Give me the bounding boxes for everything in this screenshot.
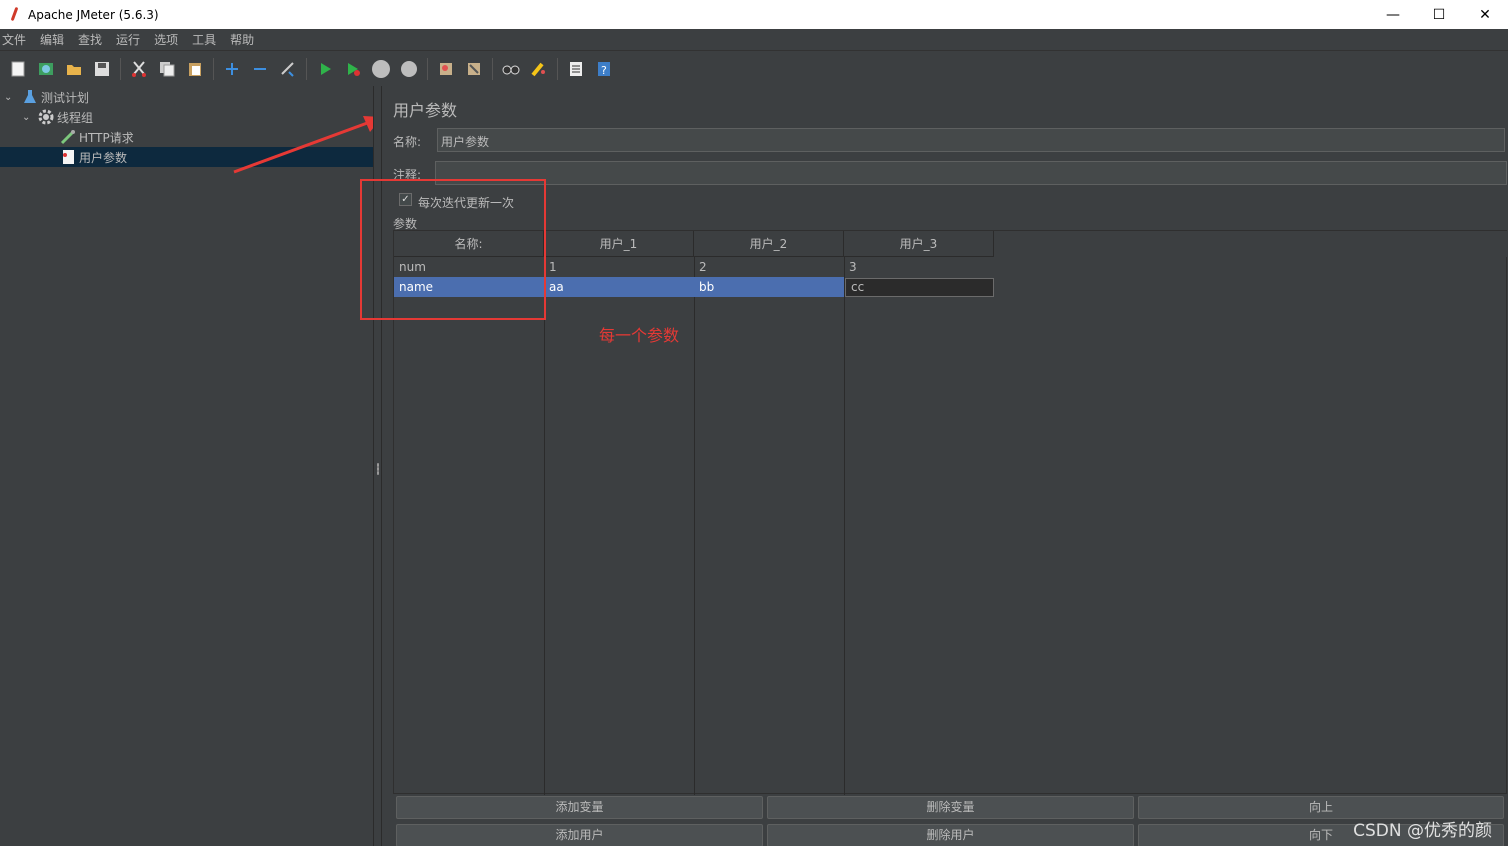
clear-icon[interactable] — [435, 58, 457, 80]
toolbar-separator — [492, 57, 493, 80]
column-divider — [544, 257, 545, 795]
params-table: 名称: 用户_1 用户_2 用户_3 num 1 2 3 name aa bb … — [393, 230, 1508, 795]
menu-options[interactable]: 选项 — [152, 31, 184, 48]
shutdown-icon[interactable] — [398, 58, 420, 80]
copy-icon[interactable] — [156, 58, 178, 80]
help-icon[interactable]: ? — [593, 58, 615, 80]
tree-label: HTTP请求 — [79, 130, 134, 145]
column-divider — [844, 257, 845, 795]
pipette-icon — [60, 129, 76, 145]
toolbar-separator — [557, 57, 558, 80]
start-no-pause-icon[interactable] — [342, 58, 364, 80]
tree-label: 线程组 — [57, 110, 94, 125]
column-header-user-1[interactable]: 用户_1 — [544, 231, 694, 257]
paste-icon[interactable] — [184, 58, 206, 80]
menu-run[interactable]: 运行 — [114, 31, 146, 48]
function-helper-icon[interactable] — [565, 58, 587, 80]
column-header-user-3[interactable]: 用户_3 — [844, 231, 994, 257]
templates-icon[interactable] — [35, 58, 57, 80]
tree-label: 用户参数 — [79, 150, 128, 165]
svg-text:?: ? — [601, 64, 607, 77]
title-bar: Apache JMeter (5.6.3) — ☐ ✕ — [0, 0, 1508, 29]
splitter-grip-icon[interactable] — [377, 463, 379, 475]
tree-item-test-plan[interactable]: ⌄ 测试计划 — [4, 87, 89, 107]
menu-edit[interactable]: 编辑 — [38, 31, 70, 48]
close-button[interactable]: ✕ — [1462, 0, 1508, 29]
table-cell-editor[interactable]: cc — [845, 278, 994, 297]
menu-search[interactable]: 查找 — [76, 31, 108, 48]
document-icon — [60, 149, 76, 165]
red-arrow-annotation — [233, 116, 382, 174]
add-user-button[interactable]: 添加用户 — [396, 824, 763, 846]
toolbar-separator — [213, 57, 214, 80]
test-plan-tree: ⌄ 测试计划 ⌄ 线程组 HTTP请求 用户参数 — [0, 86, 373, 846]
table-cell[interactable]: bb — [694, 277, 844, 297]
delete-user-button[interactable]: 删除用户 — [767, 824, 1134, 846]
toolbar-separator — [120, 57, 121, 80]
table-row[interactable]: num 1 2 3 — [394, 257, 1508, 277]
menu-tools[interactable]: 工具 — [190, 31, 222, 48]
cut-icon[interactable] — [128, 58, 150, 80]
expand-icon[interactable] — [221, 58, 243, 80]
table-cell[interactable]: 3 — [844, 257, 994, 277]
reset-search-icon[interactable] — [528, 58, 550, 80]
name-field[interactable]: 用户参数 — [437, 128, 1505, 152]
search-icon[interactable] — [500, 58, 522, 80]
table-cell[interactable]: aa — [544, 277, 694, 297]
menu-help[interactable]: 帮助 — [228, 31, 260, 48]
table-row-selected[interactable]: name aa bb cc — [394, 277, 1508, 297]
menu-file[interactable]: 文件 — [0, 31, 32, 48]
chevron-down-icon[interactable]: ⌄ — [4, 92, 14, 103]
annotation-note: 每一个参数 — [599, 326, 680, 345]
window-title: Apache JMeter (5.6.3) — [28, 7, 159, 22]
maximize-button[interactable]: ☐ — [1416, 0, 1462, 29]
menu-bar: 文件 编辑 查找 运行 选项 工具 帮助 — [0, 29, 1508, 51]
name-label: 名称: — [393, 135, 422, 149]
delete-variable-button[interactable]: 删除变量 — [767, 796, 1134, 819]
toolbar-separator — [427, 57, 428, 80]
comment-field[interactable] — [435, 161, 1507, 185]
stop-icon[interactable] — [370, 58, 392, 80]
minimize-button[interactable]: — — [1370, 0, 1416, 29]
clear-all-icon[interactable] — [463, 58, 485, 80]
column-header-user-2[interactable]: 用户_2 — [694, 231, 844, 257]
open-icon[interactable] — [63, 58, 85, 80]
highlight-box-annotation — [360, 179, 546, 320]
chevron-down-icon[interactable]: ⌄ — [22, 112, 32, 123]
tree-item-http-request[interactable]: HTTP请求 — [60, 127, 134, 147]
table-cell[interactable]: 1 — [544, 257, 694, 277]
table-header: 名称: 用户_1 用户_2 用户_3 — [394, 231, 1508, 257]
toolbar-separator — [306, 57, 307, 80]
window-controls: — ☐ ✕ — [1370, 0, 1508, 29]
gear-icon — [38, 109, 54, 125]
save-icon[interactable] — [91, 58, 113, 80]
toolbar: ? — [0, 52, 1508, 85]
collapse-icon[interactable] — [249, 58, 271, 80]
jmeter-feather-icon — [8, 7, 22, 23]
add-variable-button[interactable]: 添加变量 — [396, 796, 763, 819]
toggle-icon[interactable] — [277, 58, 299, 80]
watermark: CSDN @优秀的颜 — [1353, 821, 1492, 841]
table-cell[interactable]: 2 — [694, 257, 844, 277]
column-divider — [694, 257, 695, 795]
flask-icon — [22, 89, 38, 105]
tree-label: 测试计划 — [41, 90, 90, 105]
tree-item-thread-group[interactable]: ⌄ 线程组 — [22, 107, 93, 127]
panel-title: 用户参数 — [393, 101, 458, 120]
start-icon[interactable] — [314, 58, 336, 80]
new-icon[interactable] — [7, 58, 29, 80]
